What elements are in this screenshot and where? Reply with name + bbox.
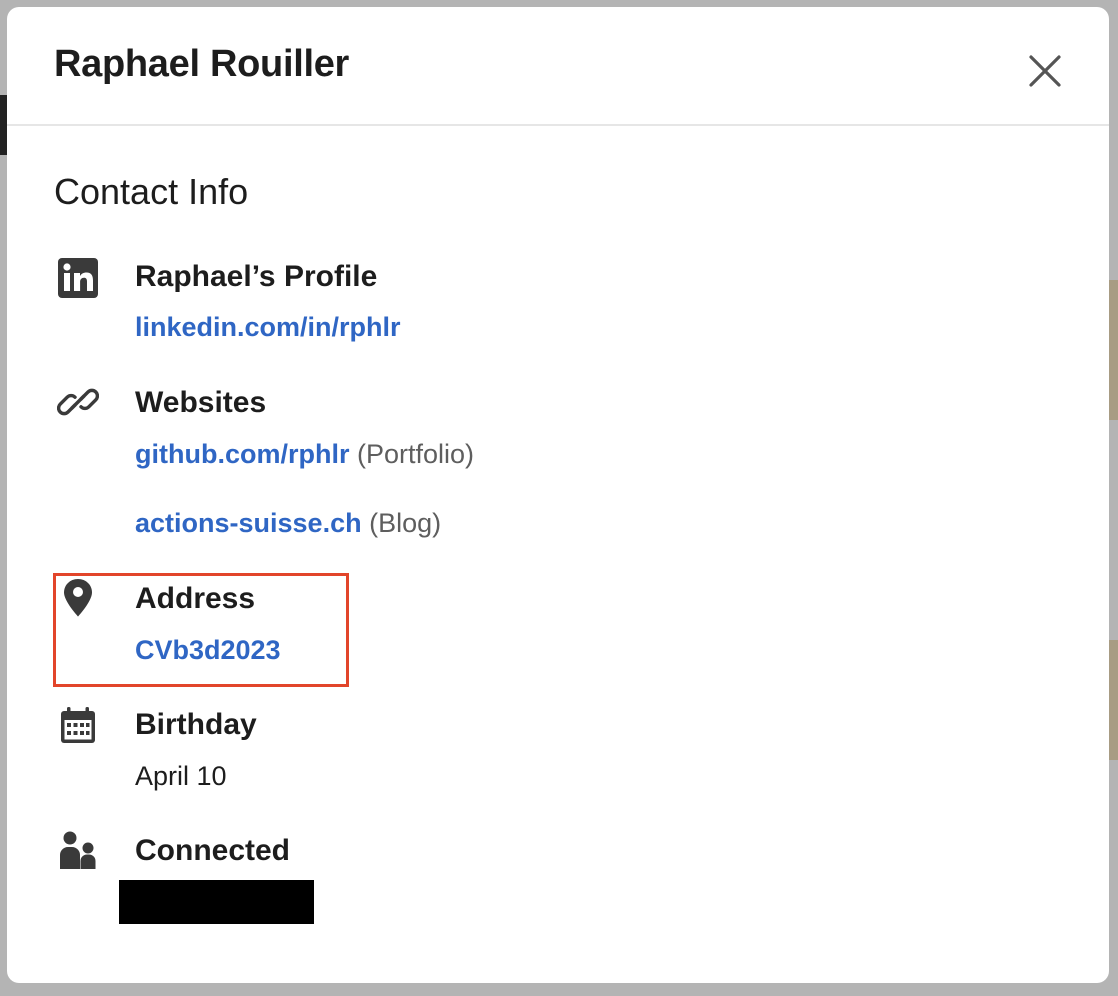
backdrop-right-edge-2	[1109, 640, 1118, 760]
people-icon	[60, 831, 96, 869]
birthday-value: April 10	[135, 761, 227, 791]
website-item: actions-suisse.ch (Blog)	[135, 508, 441, 539]
website-link-blog[interactable]: actions-suisse.ch	[135, 508, 362, 538]
profile-heading: Raphael’s Profile	[135, 260, 378, 293]
close-button[interactable]	[1023, 49, 1067, 93]
modal-header: Raphael Rouiller	[7, 7, 1109, 126]
redacted-connection-date	[119, 880, 314, 924]
linkedin-icon	[58, 258, 98, 298]
close-icon	[1029, 55, 1061, 87]
backdrop-right-edge	[1109, 280, 1118, 420]
contact-info-modal: Raphael Rouiller Contact Info Raphael’s …	[7, 7, 1109, 983]
profile-link[interactable]: linkedin.com/in/rphlr	[135, 312, 401, 342]
contact-info-heading: Contact Info	[54, 171, 249, 212]
website-item: github.com/rphlr (Portfolio)	[135, 439, 474, 470]
connected-heading: Connected	[135, 834, 291, 867]
link-icon	[57, 388, 99, 416]
modal-title: Raphael Rouiller	[54, 43, 350, 85]
website-note: (Blog)	[369, 508, 442, 538]
website-note: (Portfolio)	[357, 439, 475, 469]
website-link-github[interactable]: github.com/rphlr	[135, 439, 349, 469]
backdrop-left-edge	[0, 95, 7, 155]
websites-heading: Websites	[135, 386, 267, 419]
address-highlight-box	[53, 573, 349, 687]
calendar-icon	[61, 707, 95, 743]
birthday-heading: Birthday	[135, 708, 257, 741]
